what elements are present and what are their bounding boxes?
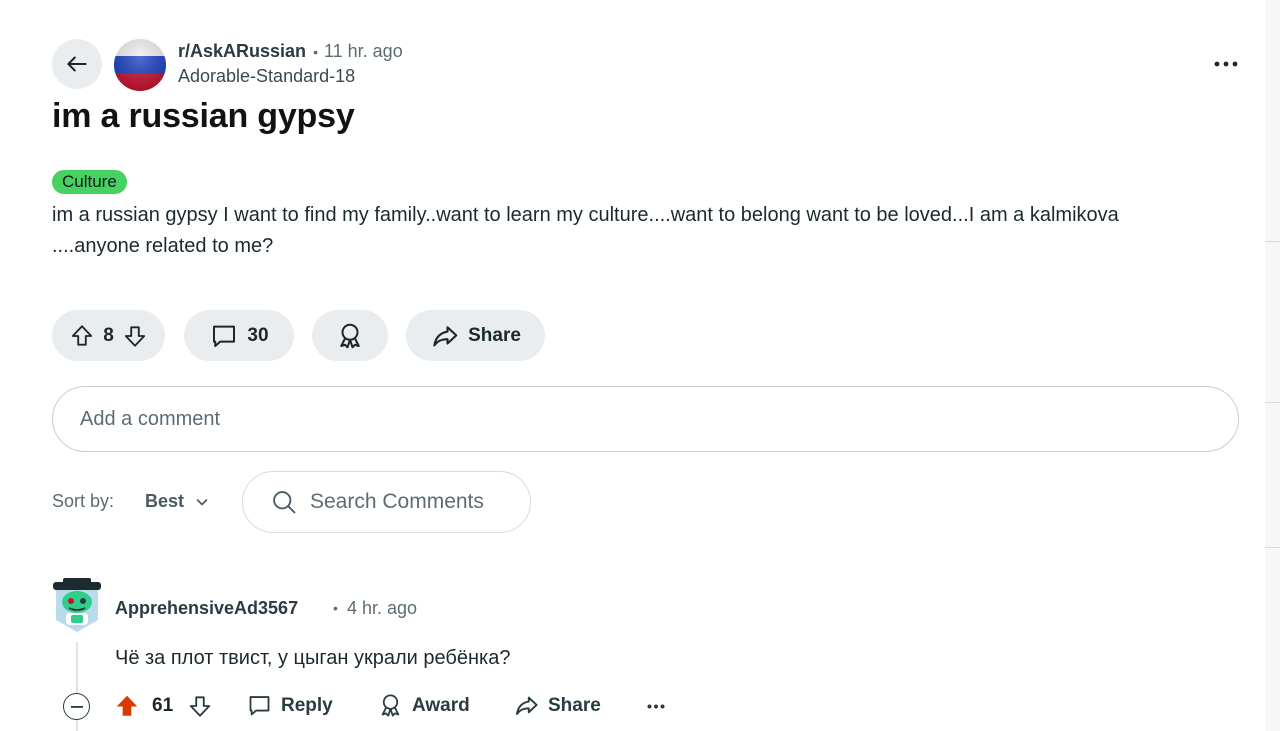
sidebar-divider (1265, 547, 1280, 548)
back-button[interactable] (52, 39, 102, 89)
subreddit-avatar[interactable] (114, 39, 166, 91)
award-icon (381, 694, 400, 717)
share-icon (433, 325, 458, 346)
sidebar-divider (1265, 402, 1280, 403)
post-flair[interactable]: Culture (52, 170, 127, 194)
upvote-icon[interactable] (69, 323, 95, 349)
comment-share-label: Share (548, 694, 601, 716)
post-page: r/AskARussian • 11 hr. ago Adorable-Stan… (0, 0, 1265, 731)
separator-dot: • (333, 600, 338, 616)
comment-body: Чё за плот твист, у цыган украли ребёнка… (115, 647, 511, 669)
comment-icon (249, 696, 270, 716)
post-time: 11 hr. ago (323, 41, 403, 61)
sort-dropdown[interactable]: Best (145, 491, 210, 512)
sort-value: Best (145, 491, 185, 511)
chevron-down-icon (196, 498, 208, 505)
back-arrow-icon (67, 56, 87, 72)
comment-downvote-icon[interactable] (187, 693, 213, 719)
commenter-avatar[interactable] (52, 578, 102, 634)
comment-author[interactable]: ApprehensiveAd3567 (115, 598, 298, 619)
post-title: im a russian gypsy (52, 97, 355, 135)
search-icon (273, 491, 296, 514)
share-label: Share (468, 324, 521, 346)
post-more-button[interactable] (1206, 54, 1246, 74)
award-icon (340, 323, 360, 348)
post-vote-group: 8 (52, 310, 165, 361)
post-author[interactable]: Adorable-Standard-18 (178, 66, 355, 87)
downvote-icon[interactable] (122, 323, 148, 349)
sidebar-divider (1265, 241, 1280, 242)
comment-award-button[interactable]: Award (377, 692, 470, 719)
comment-share-button[interactable]: Share (513, 692, 601, 719)
right-sidebar-edge (1265, 0, 1280, 731)
comment-icon (213, 325, 236, 347)
separator-dot: • (313, 44, 318, 60)
award-label: Award (412, 694, 470, 716)
collapse-icon (70, 705, 83, 708)
collapse-thread-button[interactable] (63, 693, 90, 720)
reply-button[interactable]: Reply (246, 692, 333, 719)
sort-label: Sort by: (52, 491, 115, 511)
more-horizontal-icon (647, 704, 665, 708)
add-comment-input[interactable]: Add a comment (52, 386, 1239, 452)
award-button[interactable] (312, 310, 388, 361)
share-icon (515, 696, 538, 715)
search-comments-input[interactable]: Search Comments (242, 471, 531, 533)
add-comment-placeholder: Add a comment (80, 407, 221, 430)
comment-more-button[interactable] (644, 696, 668, 716)
more-horizontal-icon (1214, 61, 1238, 67)
subreddit-name[interactable]: r/AskARussian (178, 41, 306, 62)
post-meta: r/AskARussian • 11 hr. ago (178, 41, 403, 62)
comment-time: 4 hr. ago (347, 598, 418, 618)
reply-label: Reply (281, 694, 333, 716)
comments-button[interactable]: 30 (184, 310, 294, 361)
comment-score: 61 (152, 695, 174, 716)
post-score: 8 (103, 324, 114, 346)
comment-upvote-icon[interactable] (114, 693, 140, 719)
post-body: im a russian gypsy I want to find my fam… (52, 204, 1119, 257)
comments-count: 30 (247, 324, 269, 346)
search-placeholder: Search Comments (310, 490, 484, 513)
share-button[interactable]: Share (406, 310, 545, 361)
